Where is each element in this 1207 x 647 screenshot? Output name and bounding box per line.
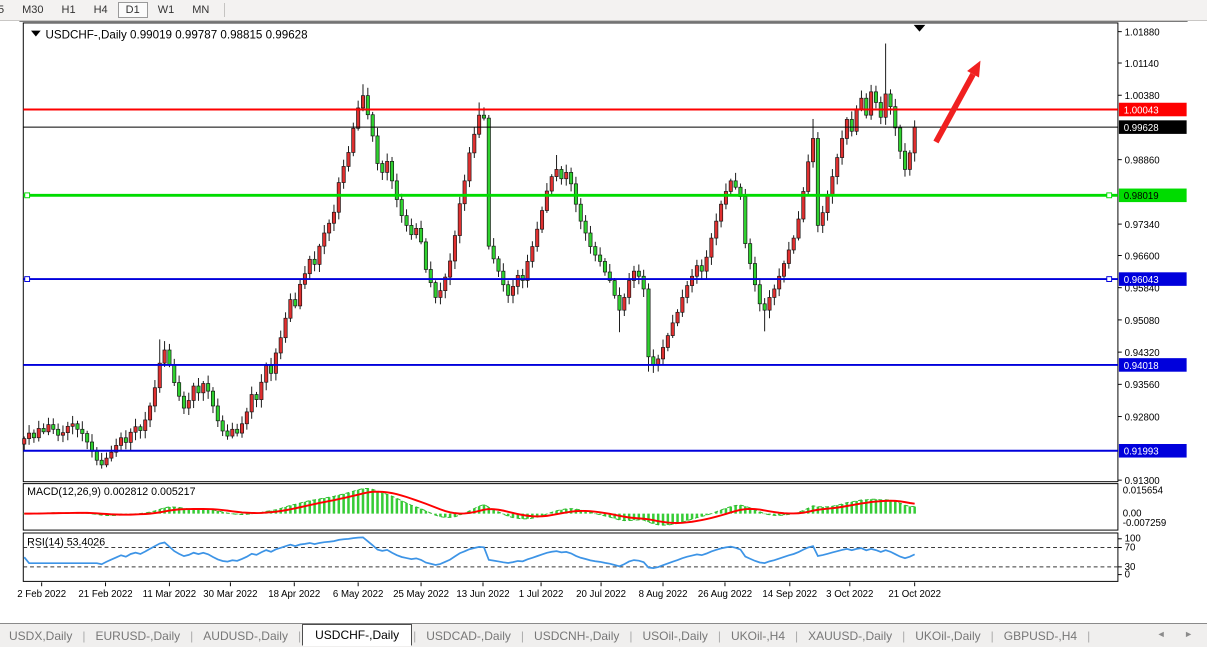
tab-separator: |	[413, 629, 416, 643]
tab-separator: |	[629, 629, 632, 643]
timeframe-button-w1[interactable]: W1	[150, 2, 183, 18]
price-axis-label: 0.94320	[1125, 348, 1160, 359]
tab-gbpusd-h4[interactable]: GBPUSD-,H4	[995, 626, 1086, 646]
price-axis-label: 0.96600	[1125, 251, 1160, 262]
price-axis-label: 0.97340	[1125, 220, 1160, 231]
toolbar-separator	[224, 3, 225, 17]
tab-separator: |	[902, 629, 905, 643]
price-badge-label: 0.99628	[1124, 123, 1159, 134]
rsi-axis-label: 70	[1125, 542, 1136, 553]
date-axis-label: 30 Mar 2022	[203, 589, 257, 600]
timeframe-button-d1[interactable]: D1	[118, 2, 148, 18]
date-axis-label: 11 Mar 2022	[143, 589, 197, 600]
date-axis-label: 3 Oct 2022	[826, 589, 873, 600]
tab-ukoil-h4[interactable]: UKOil-,H4	[722, 626, 794, 646]
timeframe-button-h1[interactable]: H1	[54, 2, 84, 18]
tab-separator: |	[795, 629, 798, 643]
price-axis-label: 1.01880	[1125, 28, 1160, 39]
timeframe-toolbar: 5M30H1H4D1W1MN	[0, 0, 1207, 21]
tab-usoil-daily[interactable]: USOil-,Daily	[634, 626, 717, 646]
date-axis-label: 18 Apr 2022	[268, 589, 320, 600]
macd-label: MACD(12,26,9) 0.002812 0.005217	[27, 486, 195, 498]
tab-separator: |	[718, 629, 721, 643]
price-axis-label: 1.00380	[1125, 91, 1160, 102]
hline-handle[interactable]	[1107, 193, 1112, 198]
price-axis-label: 0.98860	[1125, 156, 1160, 167]
hline-handle[interactable]	[25, 193, 30, 198]
timeframe-button-5[interactable]: 5	[0, 2, 12, 18]
hline-handle[interactable]	[25, 277, 30, 282]
tab-separator: |	[1087, 629, 1090, 643]
price-axis-label: 1.01140	[1125, 59, 1159, 70]
date-axis-label: 25 May 2022	[393, 589, 449, 600]
date-axis-label: 26 Aug 2022	[698, 589, 752, 600]
date-axis-label: 2 Feb 2022	[17, 589, 66, 600]
tab-xauusd-daily[interactable]: XAUUSD-,Daily	[799, 626, 901, 646]
timeframe-button-h4[interactable]: H4	[86, 2, 116, 18]
price-axis-label: 0.95080	[1125, 316, 1160, 327]
tab-separator: |	[991, 629, 994, 643]
tab-separator: |	[82, 629, 85, 643]
rsi-label: RSI(14) 53.4026	[27, 537, 105, 549]
symbol-tab-bar: USDX,Daily|EURUSD-,Daily|AUDUSD-,Daily|U…	[0, 623, 1207, 647]
date-axis-label: 14 Sep 2022	[762, 589, 817, 600]
date-axis-label: 21 Feb 2022	[78, 589, 132, 600]
tab-audusd-daily[interactable]: AUDUSD-,Daily	[194, 626, 297, 646]
price-badge-label: 0.98019	[1124, 191, 1159, 202]
tab-scroll-arrows[interactable]: ◄ ►	[1157, 629, 1201, 639]
price-axis-label: 0.92800	[1125, 412, 1160, 423]
tab-usdcad-daily[interactable]: USDCAD-,Daily	[417, 626, 520, 646]
price-badge-label: 1.00043	[1124, 105, 1159, 116]
tab-separator: |	[298, 629, 301, 643]
price-badge-label: 0.96043	[1124, 275, 1159, 286]
macd-axis-label: 0.015654	[1123, 485, 1164, 496]
tab-eurusd-daily[interactable]: EURUSD-,Daily	[86, 626, 189, 646]
tab-ukoil-daily[interactable]: UKOil-,Daily	[906, 626, 989, 646]
rsi-axis-label: 0	[1125, 570, 1130, 581]
tab-separator: |	[190, 629, 193, 643]
chart-window: 1.01880 1.01140 1.00380 0.98860 0.97340 0.966…	[0, 21, 1207, 623]
chart-title: USDCHF-,Daily 0.99019 0.99787 0.98815 0.…	[46, 28, 308, 41]
date-axis-label: 13 Jun 2022	[456, 589, 509, 600]
price-chart-canvas[interactable]: 1.01880 1.01140 1.00380 0.98860 0.97340 0.966…	[0, 21, 1207, 623]
tab-usdchf-daily[interactable]: USDCHF-,Daily	[302, 624, 412, 646]
tab-usdcnh-daily[interactable]: USDCNH-,Daily	[525, 626, 628, 646]
date-axis-label: 8 Aug 2022	[639, 589, 688, 600]
timeframe-button-m30[interactable]: M30	[14, 2, 51, 18]
hline-handle[interactable]	[1107, 277, 1112, 282]
date-axis-label: 20 Jul 2022	[576, 589, 626, 600]
price-badge-label: 0.91993	[1124, 447, 1159, 458]
date-axis-label: 6 May 2022	[333, 589, 383, 600]
trading-terminal-window: 5M30H1H4D1W1MN 1.01880 1.01140 1.00380 0.98…	[0, 0, 1207, 647]
timeframe-button-mn[interactable]: MN	[184, 2, 217, 18]
price-badge-label: 0.94018	[1124, 361, 1159, 372]
price-axis-label: 0.93560	[1125, 380, 1160, 391]
date-axis-label: 21 Oct 2022	[888, 589, 941, 600]
tab-usdx-daily[interactable]: USDX,Daily	[0, 626, 81, 646]
date-axis-label: 1 Jul 2022	[519, 589, 564, 600]
tab-separator: |	[521, 629, 524, 643]
macd-axis-label: -0.007259	[1123, 518, 1167, 529]
